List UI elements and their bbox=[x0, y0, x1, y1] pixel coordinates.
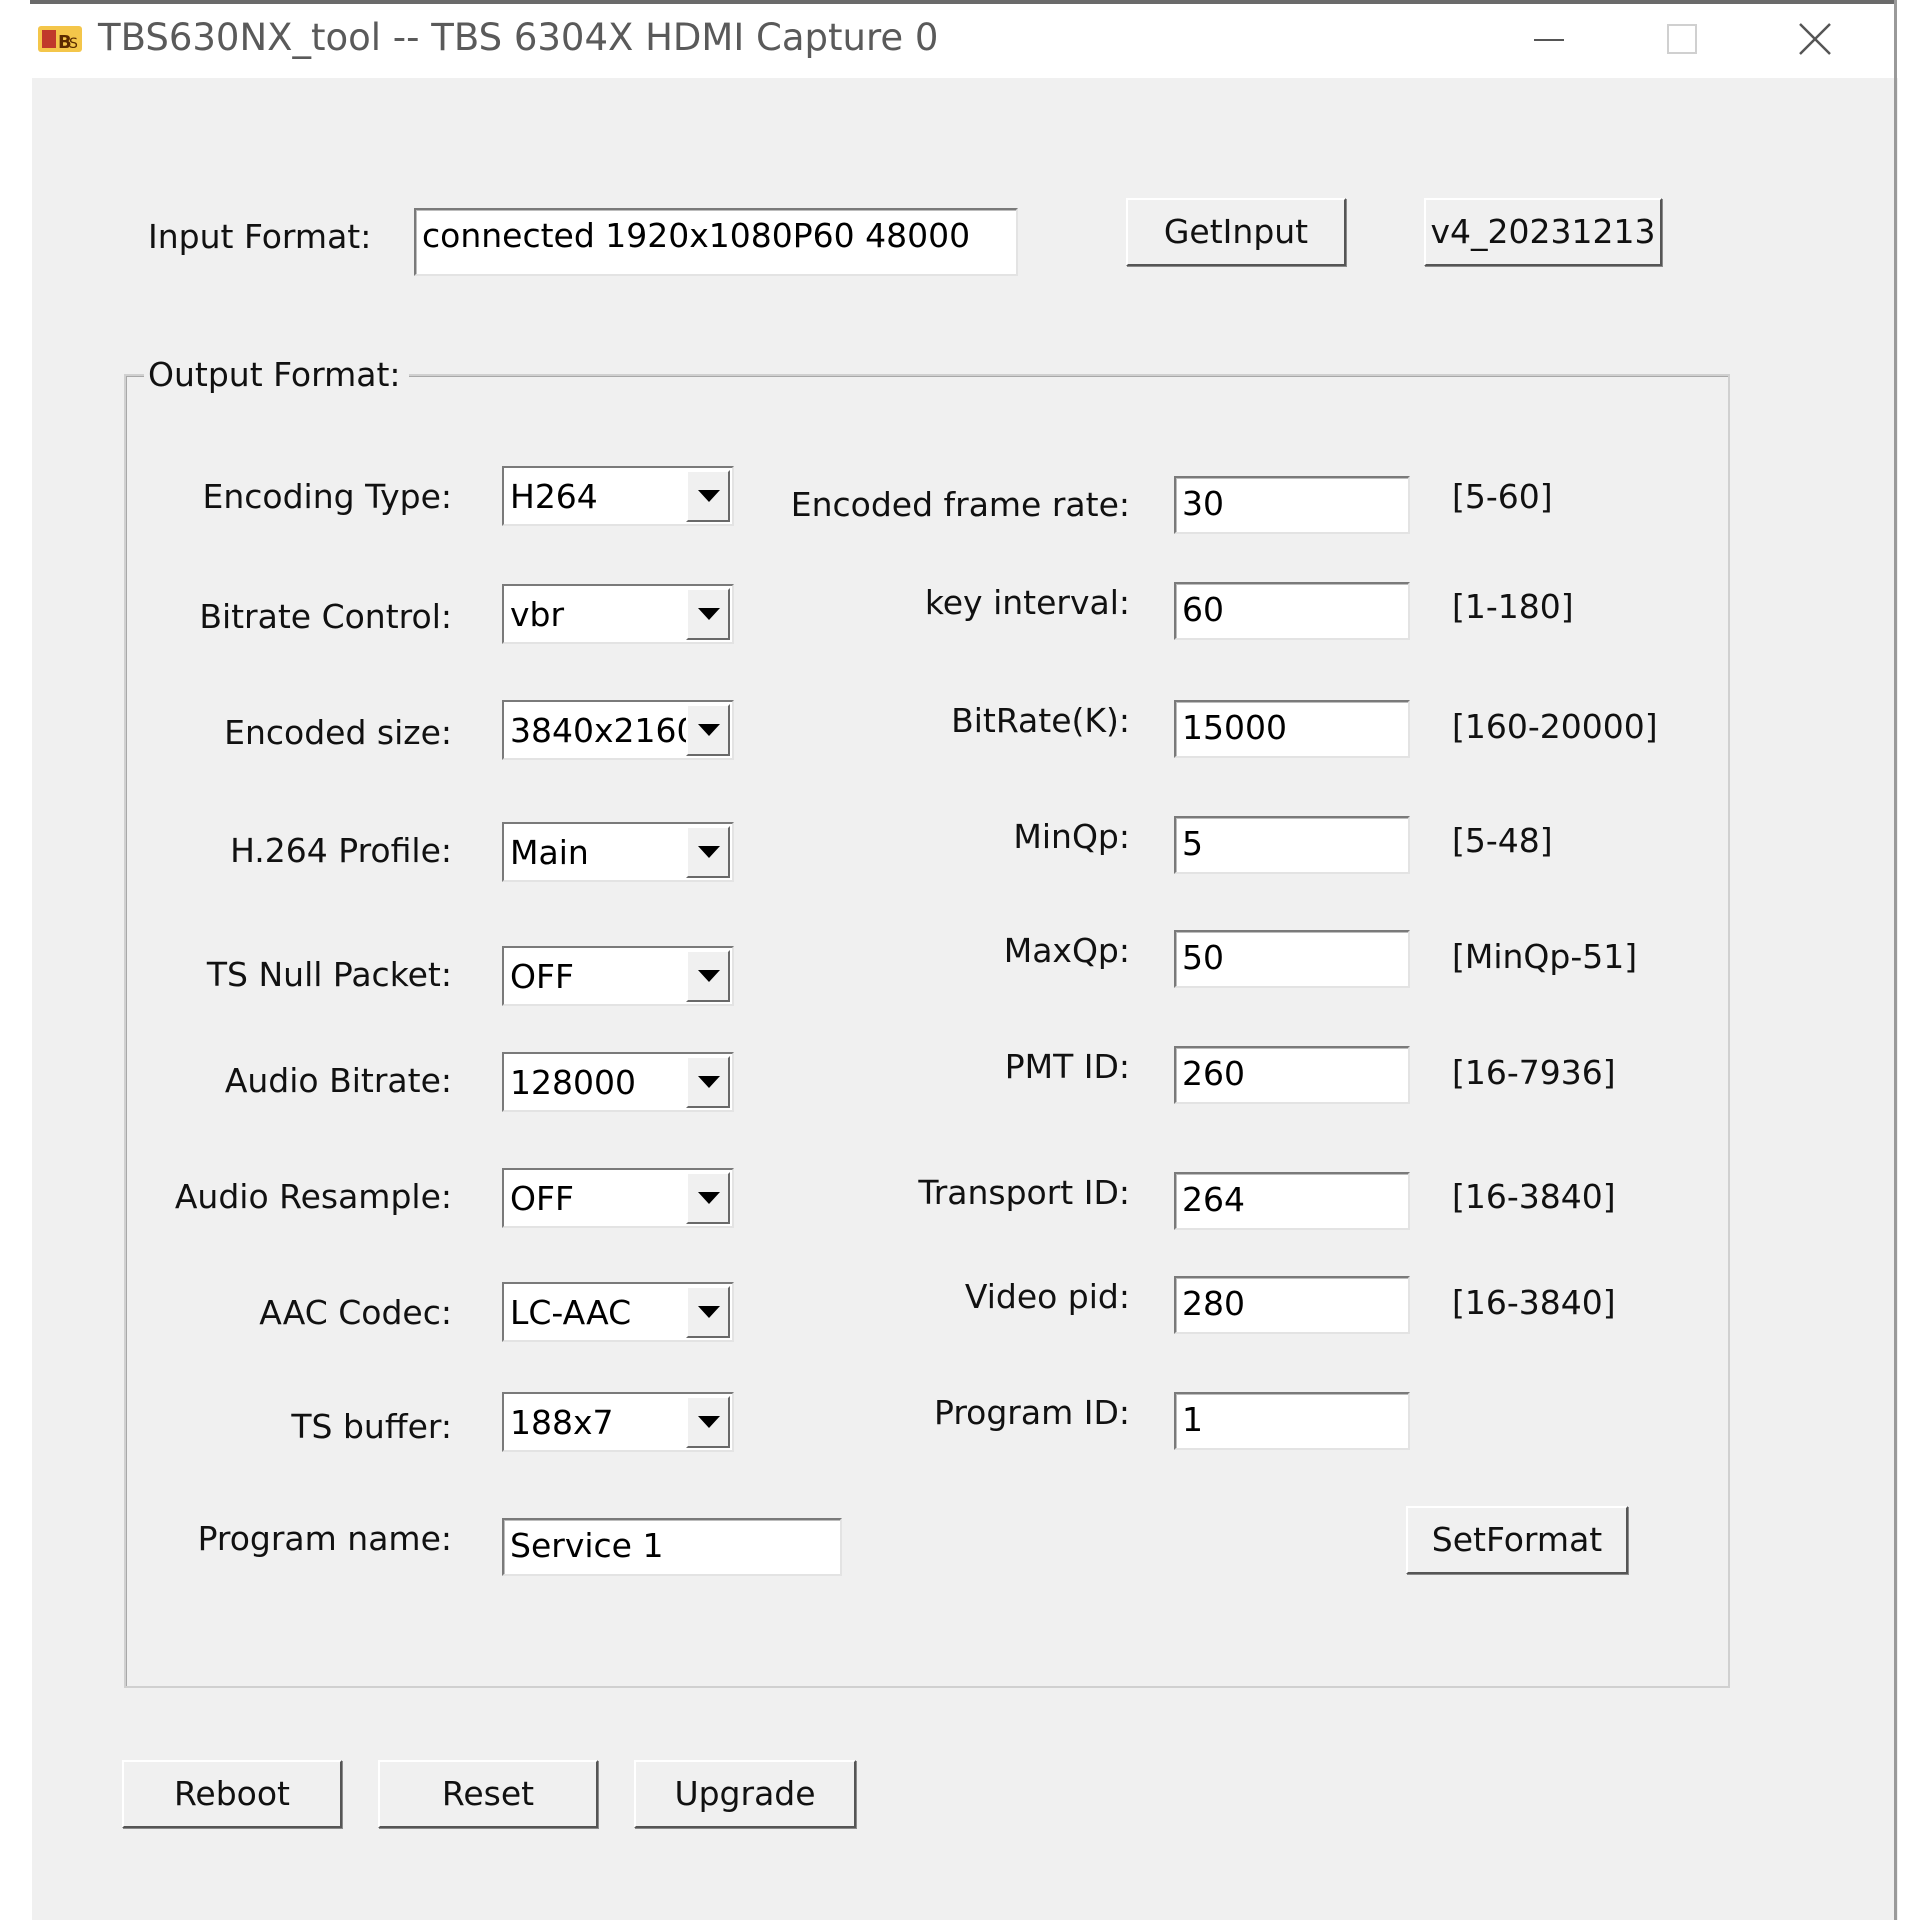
maxqp-label: MaxQp: bbox=[1003, 931, 1130, 970]
h264-profile-value: Main bbox=[510, 833, 589, 872]
minqp-label: MinQp: bbox=[1013, 817, 1130, 856]
close-icon bbox=[1799, 23, 1831, 55]
output-format-group bbox=[124, 374, 1730, 1688]
frame-rate-range: [5-60] bbox=[1452, 477, 1553, 516]
video-pid-field[interactable]: 280 bbox=[1174, 1276, 1410, 1334]
transport-id-label: Transport ID: bbox=[918, 1173, 1130, 1212]
key-interval-field[interactable]: 60 bbox=[1174, 582, 1410, 640]
bitrate-control-label: Bitrate Control: bbox=[199, 597, 452, 636]
ts-buffer-label: TS buffer: bbox=[291, 1407, 452, 1446]
key-interval-label: key interval: bbox=[924, 583, 1130, 622]
video-pid-label: Video pid: bbox=[964, 1277, 1130, 1316]
input-format-label: Input Format: bbox=[148, 217, 372, 256]
transport-id-field[interactable]: 264 bbox=[1174, 1172, 1410, 1230]
output-format-group-title: Output Format: bbox=[144, 354, 409, 396]
version-button[interactable]: v4_20231213 bbox=[1424, 198, 1662, 266]
svg-text:S: S bbox=[69, 36, 78, 52]
ts-buffer-value: 188x7 bbox=[510, 1403, 614, 1442]
ts-null-packet-value: OFF bbox=[510, 957, 574, 996]
program-id-label: Program ID: bbox=[934, 1393, 1130, 1432]
bitrate-k-label: BitRate(K): bbox=[951, 701, 1130, 740]
pmt-id-range: [16-7936] bbox=[1452, 1053, 1616, 1092]
set-format-button[interactable]: SetFormat bbox=[1406, 1506, 1628, 1574]
audio-bitrate-value: 128000 bbox=[510, 1063, 636, 1102]
minimize-button[interactable] bbox=[1520, 16, 1578, 62]
bitrate-control-value: vbr bbox=[510, 595, 565, 634]
maxqp-field[interactable]: 50 bbox=[1174, 930, 1410, 988]
audio-resample-label: Audio Resample: bbox=[174, 1177, 452, 1216]
encoding-type-label: Encoding Type: bbox=[202, 477, 452, 516]
video-pid-range: [16-3840] bbox=[1452, 1283, 1616, 1322]
window-right-edge bbox=[1894, 0, 1897, 1920]
minimize-icon bbox=[1534, 39, 1564, 41]
tbs-app-icon: B S bbox=[38, 26, 82, 53]
program-name-field[interactable]: Service 1 bbox=[502, 1518, 842, 1576]
window-title: TBS630NX_tool -- TBS 6304X HDMI Capture … bbox=[98, 16, 939, 59]
upgrade-button[interactable]: Upgrade bbox=[634, 1760, 856, 1828]
minqp-range: [5-48] bbox=[1452, 821, 1553, 860]
encoded-size-value: 3840x2160 bbox=[510, 711, 698, 750]
encoded-frame-rate-field[interactable]: 30 bbox=[1174, 476, 1410, 534]
key-interval-range: [1-180] bbox=[1452, 587, 1574, 626]
encoded-frame-rate-label: Encoded frame rate: bbox=[790, 485, 1130, 524]
minqp-field[interactable]: 5 bbox=[1174, 816, 1410, 874]
encoded-size-label: Encoded size: bbox=[224, 713, 452, 752]
reboot-button[interactable]: Reboot bbox=[122, 1760, 342, 1828]
aac-codec-value: LC-AAC bbox=[510, 1293, 632, 1332]
bitrate-range: [160-20000] bbox=[1452, 707, 1658, 746]
ts-null-packet-label: TS Null Packet: bbox=[206, 955, 452, 994]
get-input-button[interactable]: GetInput bbox=[1126, 198, 1346, 266]
program-id-field[interactable]: 1 bbox=[1174, 1392, 1410, 1450]
aac-codec-label: AAC Codec: bbox=[259, 1293, 452, 1332]
window-top-edge bbox=[30, 0, 1896, 4]
program-name-label: Program name: bbox=[197, 1519, 452, 1558]
maximize-button[interactable] bbox=[1654, 16, 1712, 62]
maximize-icon bbox=[1667, 24, 1697, 54]
audio-bitrate-label: Audio Bitrate: bbox=[224, 1061, 452, 1100]
bitrate-k-field[interactable]: 15000 bbox=[1174, 700, 1410, 758]
reset-button[interactable]: Reset bbox=[378, 1760, 598, 1828]
audio-resample-value: OFF bbox=[510, 1179, 574, 1218]
pmt-id-field[interactable]: 260 bbox=[1174, 1046, 1410, 1104]
maxqp-range: [MinQp-51] bbox=[1452, 937, 1638, 976]
close-button[interactable] bbox=[1786, 16, 1844, 62]
transport-id-range: [16-3840] bbox=[1452, 1177, 1616, 1216]
app-window: B S TBS630NX_tool -- TBS 6304X HDMI Capt… bbox=[0, 0, 1920, 1920]
encoding-type-value: H264 bbox=[510, 477, 598, 516]
h264-profile-label: H.264 Profile: bbox=[230, 831, 452, 870]
pmt-id-label: PMT ID: bbox=[1004, 1047, 1130, 1086]
input-format-field[interactable]: connected 1920x1080P60 48000 bbox=[414, 208, 1018, 276]
